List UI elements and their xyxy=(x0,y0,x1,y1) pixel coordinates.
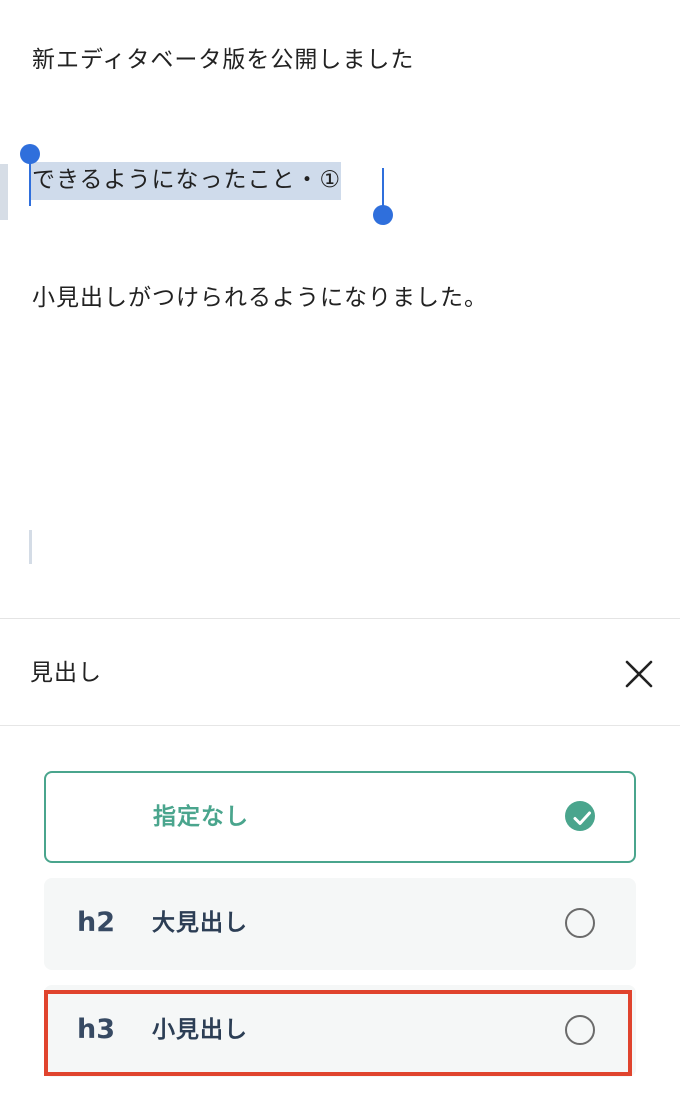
heading-option-h2[interactable]: h2 大見出し xyxy=(44,878,636,970)
empty-line-caret xyxy=(29,530,32,564)
close-icon xyxy=(625,660,653,688)
heading-option-tag: h2 xyxy=(77,907,116,938)
radio-unchecked-icon[interactable] xyxy=(565,908,595,938)
selection-start-bar xyxy=(29,160,31,206)
sheet-header: 見出し xyxy=(0,619,680,726)
heading-option-label: 指定なし xyxy=(153,804,249,830)
heading-option-tag: h3 xyxy=(77,1014,116,1045)
editor-area[interactable]: 新エディタベータ版を公開しました できるようになったこと・① 小見出しがつけられ… xyxy=(0,0,680,618)
selection-start-handle[interactable] xyxy=(20,144,40,164)
radio-checked-icon[interactable] xyxy=(565,801,595,831)
radio-unchecked-icon[interactable] xyxy=(565,1015,595,1045)
block-indicator xyxy=(0,164,8,220)
selection-end-handle[interactable] xyxy=(373,205,393,225)
heading-option-label: 小見出し xyxy=(152,1017,248,1043)
sheet-title: 見出し xyxy=(30,660,102,686)
editor-body-line[interactable]: 小見出しがつけられるようになりました。 xyxy=(32,282,488,314)
close-button[interactable] xyxy=(620,655,658,693)
heading-option-none[interactable]: 指定なし xyxy=(44,771,636,863)
heading-option-h3[interactable]: h3 小見出し xyxy=(44,985,636,1077)
editor-title-line[interactable]: 新エディタベータ版を公開しました xyxy=(32,44,414,76)
heading-option-label: 大見出し xyxy=(152,910,248,936)
heading-bottom-sheet: 見出し 指定なし h2 大見出し h3 小見出し xyxy=(0,618,680,1097)
editor-heading-line-selected[interactable]: できるようになったこと・① xyxy=(30,162,342,200)
